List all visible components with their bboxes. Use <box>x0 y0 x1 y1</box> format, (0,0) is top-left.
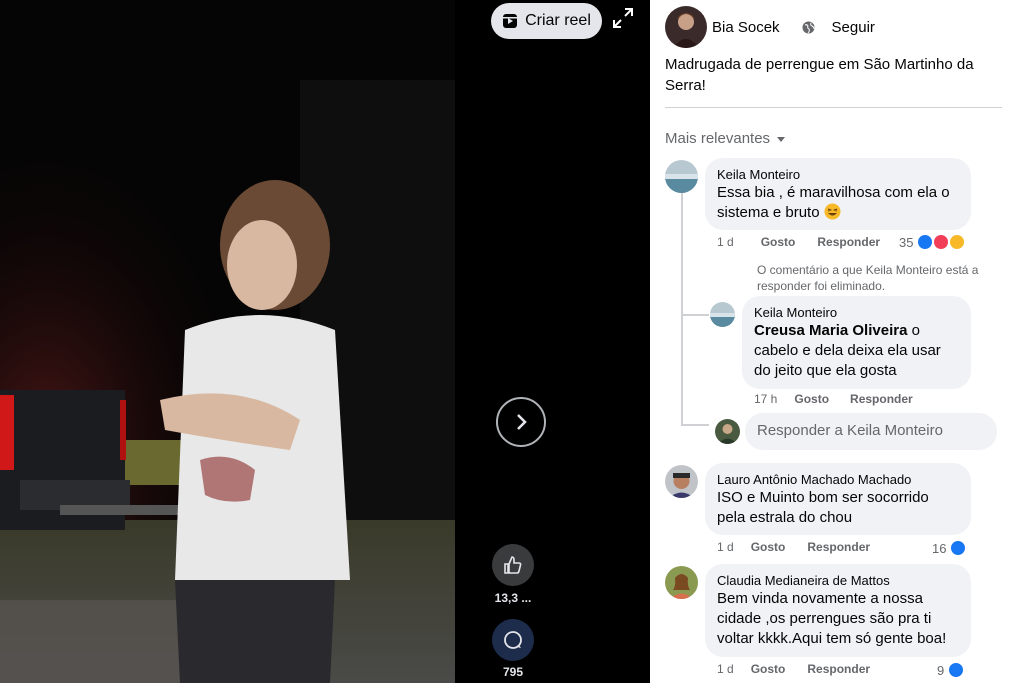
reel-icon <box>503 14 518 28</box>
comment-bubble: Lauro Antônio Machado Machado ISO e Muin… <box>705 463 971 535</box>
comment-text: Creusa Maria Oliveira o <box>754 322 920 339</box>
chevron-right-icon <box>517 414 527 430</box>
comment-text: cidade ,os perrengues são pra ti <box>717 610 932 627</box>
comment-bubble: Claudia Medianeira de Mattos Bem vinda n… <box>705 564 971 657</box>
caret-down-icon <box>777 136 786 142</box>
comment-meta: 1 d Gosto Responder <box>717 662 870 676</box>
next-video-button[interactable] <box>496 397 546 447</box>
author-name[interactable]: Bia Socek <box>712 19 780 36</box>
thumbs-up-icon <box>504 556 522 574</box>
like-comment-button[interactable]: Gosto <box>751 540 786 554</box>
follow-button[interactable]: Seguir <box>832 19 875 36</box>
post-header: Bia Socek Seguir <box>665 6 875 48</box>
divider <box>665 107 1002 108</box>
thread-line <box>681 193 683 425</box>
reply-comment-button[interactable]: Responder <box>817 235 880 249</box>
commenter-avatar[interactable] <box>665 160 698 193</box>
commenter-avatar[interactable] <box>665 566 698 599</box>
mention-link[interactable]: Creusa Maria Oliveira <box>754 322 907 339</box>
comment-text: Essa bia , é maravilhosa com ela o <box>717 184 950 201</box>
comment-reactions[interactable]: 35 <box>899 233 967 251</box>
comment-text: ISO e Muinto bom ser socorrido <box>717 489 929 506</box>
like-comment-button[interactable]: Gosto <box>751 662 786 676</box>
comment-text: voltar kkkk.Aqui tem só gente boa! <box>717 630 947 647</box>
reaction-count: 9 <box>937 662 945 678</box>
reaction-count: 16 <box>932 540 947 556</box>
likes-count: 13,3 ... <box>494 591 532 605</box>
create-reel-label: Criar reel <box>525 12 591 29</box>
comment-meta: 1 d Gosto Responder <box>717 235 880 249</box>
commenter-avatar[interactable] <box>710 302 735 327</box>
comment-text: do jeito que ela gosta <box>754 362 897 379</box>
thread-line <box>681 314 709 316</box>
reply-bubble: Keila Monteiro Creusa Maria Oliveira o c… <box>742 296 971 389</box>
create-reel-button[interactable]: Criar reel <box>491 3 602 39</box>
expand-icon[interactable] <box>611 6 635 30</box>
deleted-comment-note: O comentário a que Keila Monteiro está a… <box>757 263 979 293</box>
commenter-name[interactable]: Claudia Medianeira de Mattos <box>717 573 959 589</box>
comment-reactions[interactable]: 9 <box>937 661 966 679</box>
reply-comment-button[interactable]: Responder <box>807 662 870 676</box>
comment-text: pela estrala do chou <box>717 509 853 526</box>
reaction-count: 35 <box>899 234 914 250</box>
commenter-name[interactable]: Keila Monteiro <box>754 305 959 321</box>
comment-text: sistema e bruto <box>717 203 959 223</box>
commenter-name[interactable]: Keila Monteiro <box>717 167 959 183</box>
comment-reactions[interactable]: 16 <box>932 539 968 557</box>
laughing-emoji-icon <box>824 203 841 220</box>
like-comment-button[interactable]: Gosto <box>761 235 796 249</box>
author-avatar[interactable] <box>665 6 707 48</box>
comment-meta: 17 h Gosto Responder <box>754 392 913 406</box>
sort-label: Mais relevantes <box>665 130 771 147</box>
sort-comments-dropdown[interactable]: Mais relevantes <box>665 130 786 147</box>
comment-time[interactable]: 1 d <box>717 540 734 554</box>
commenter-name[interactable]: Lauro Antônio Machado Machado <box>717 472 959 488</box>
thread-line <box>681 424 709 426</box>
commenter-avatar[interactable] <box>665 465 698 498</box>
current-user-avatar[interactable] <box>715 419 740 444</box>
comment-time[interactable]: 1 d <box>717 662 734 676</box>
video-player[interactable]: Criar reel 13,3 ... 795 <box>0 0 650 683</box>
reply-comment-button[interactable]: Responder <box>807 540 870 554</box>
comment-icon <box>504 631 522 649</box>
comment-button[interactable] <box>492 619 534 661</box>
like-reaction-icon <box>949 539 968 557</box>
comment-bubble: Keila Monteiro Essa bia , é maravilhosa … <box>705 158 971 230</box>
comments-count: 795 <box>502 665 524 679</box>
globe-icon <box>802 21 815 33</box>
post-caption: Madrugada de perrengue em São Martinho d… <box>665 56 974 94</box>
reply-input[interactable]: Responder a Keila Monteiro <box>745 413 997 450</box>
haha-reaction-icon <box>948 233 967 251</box>
comment-text: cabelo e dela deixa ela usar <box>754 342 941 359</box>
like-button[interactable] <box>492 544 534 586</box>
like-comment-button[interactable]: Gosto <box>794 392 829 406</box>
comment-time[interactable]: 1 d <box>717 235 734 249</box>
comment-text: Bem vinda novamente a nossa <box>717 590 923 607</box>
reply-placeholder: Responder a Keila Monteiro <box>757 422 943 439</box>
post-panel: Bia Socek Seguir Madrugada de perrengue … <box>650 0 1024 683</box>
comment-time[interactable]: 17 h <box>754 392 777 406</box>
like-reaction-icon <box>947 661 966 679</box>
comment-meta: 1 d Gosto Responder <box>717 540 870 554</box>
reply-comment-button[interactable]: Responder <box>850 392 913 406</box>
video-frame <box>0 0 455 683</box>
